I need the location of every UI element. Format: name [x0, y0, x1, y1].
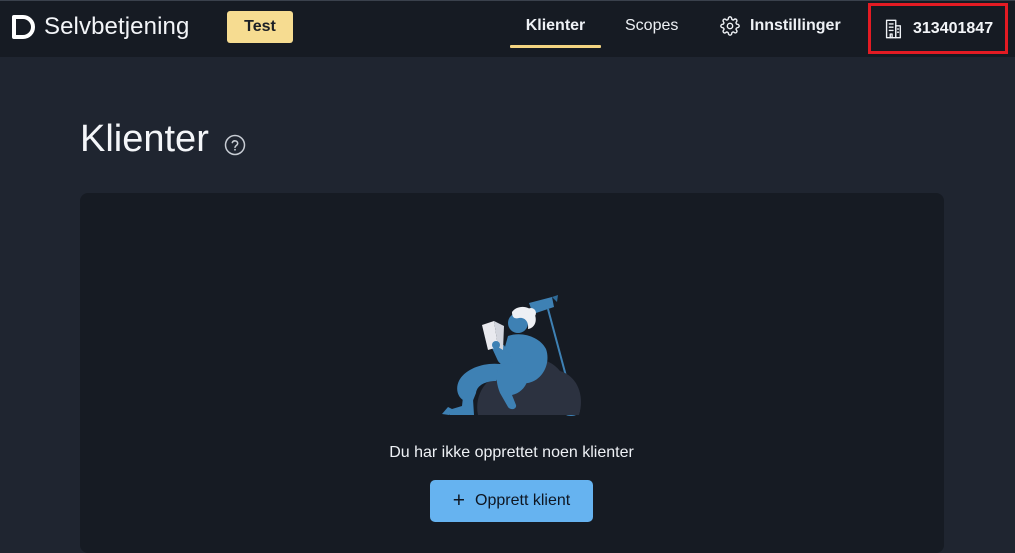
- gear-icon: [720, 15, 740, 36]
- plus-icon: +: [452, 488, 466, 512]
- nav-tab-innstillinger-label: Innstillinger: [750, 16, 841, 34]
- brand-name: Selvbetjening: [44, 13, 190, 40]
- environment-badge: Test: [227, 11, 293, 43]
- empty-state-message: Du har ikke opprettet noen klienter: [389, 444, 634, 461]
- person-reading-in-chair-illustration: [442, 295, 581, 416]
- nav-tab-scopes[interactable]: Scopes: [625, 1, 678, 50]
- nav-tab-klienter[interactable]: Klienter: [510, 1, 601, 50]
- organization-number: 313401847: [913, 19, 994, 37]
- building-icon: [885, 19, 902, 38]
- page-title: Klienter: [80, 118, 209, 160]
- create-client-button-label: Opprett klient: [475, 492, 571, 509]
- organization-selector[interactable]: 313401847: [868, 3, 1008, 54]
- nav-tab-innstillinger[interactable]: Innstillinger: [720, 1, 841, 50]
- brand-home-link[interactable]: Selvbetjening: [11, 11, 189, 43]
- create-client-button[interactable]: + Opprett klient: [430, 480, 593, 522]
- top-navigation-bar: Selvbetjening Test Klienter Scopes Innst…: [0, 0, 1015, 57]
- question-circle-icon[interactable]: [224, 134, 246, 156]
- selvbetjening-logo-icon: [12, 15, 35, 39]
